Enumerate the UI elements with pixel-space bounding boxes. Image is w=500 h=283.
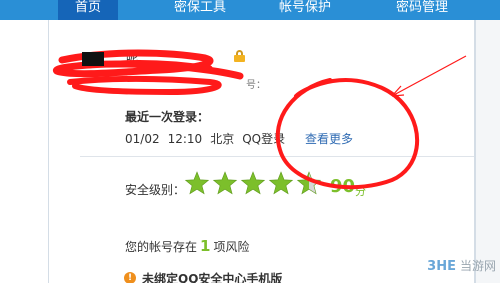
risk-suffix: 项风险 bbox=[213, 240, 250, 254]
site-watermark: 3HE 当游网 bbox=[427, 257, 496, 274]
last-login-time: 12:10 bbox=[167, 132, 203, 146]
tab-account-protection[interactable]: 帐号保护 bbox=[255, 0, 355, 20]
star-icon bbox=[184, 171, 210, 195]
risk-summary: 您的帐号存在 1 项风险 bbox=[125, 237, 249, 255]
redaction-scribble bbox=[53, 49, 244, 96]
security-level-label: 安全级别： bbox=[125, 183, 186, 197]
redaction-block bbox=[82, 52, 104, 66]
account-number-fragment: 号： bbox=[246, 80, 266, 91]
tab-security-tools[interactable]: 密保工具 bbox=[150, 0, 250, 20]
lock-icon bbox=[234, 50, 245, 62]
last-login-label: 最近一次登录： bbox=[125, 110, 210, 124]
view-more-link[interactable]: 查看更多 bbox=[305, 130, 353, 147]
risk-prefix: 您的帐号存在 bbox=[125, 240, 198, 254]
section-divider bbox=[80, 156, 474, 157]
star-icon bbox=[268, 171, 294, 195]
content-left-border bbox=[48, 20, 49, 283]
account-nickname: 昵 bbox=[126, 50, 139, 64]
star-icon bbox=[240, 171, 266, 195]
last-login-location: 北京 bbox=[210, 132, 235, 146]
right-gutter bbox=[476, 20, 500, 283]
warning-icon: ! bbox=[124, 272, 136, 283]
watermark-logo: 3HE bbox=[427, 259, 456, 274]
security-score-unit: 分 bbox=[355, 185, 366, 198]
security-stars bbox=[184, 171, 322, 195]
annotation-arrow bbox=[391, 55, 467, 97]
security-score: 90 bbox=[330, 176, 356, 197]
watermark-text: 当游网 bbox=[459, 259, 496, 273]
risk-count: 1 bbox=[200, 237, 211, 255]
last-login-date: 01/02 bbox=[125, 132, 160, 146]
last-login-info: 01/02 12:10 北京 QQ登录 bbox=[125, 130, 293, 147]
star-icon bbox=[212, 171, 238, 195]
warning-text[interactable]: 未绑定QQ安全中心手机版 bbox=[142, 270, 282, 283]
top-nav: 首页 密保工具 帐号保护 密码管理 bbox=[0, 0, 500, 20]
star-icon bbox=[296, 171, 322, 195]
tab-password-management[interactable]: 密码管理 bbox=[372, 0, 472, 20]
tab-home[interactable]: 首页 bbox=[58, 0, 118, 20]
last-login-client: QQ登录 bbox=[242, 132, 286, 146]
